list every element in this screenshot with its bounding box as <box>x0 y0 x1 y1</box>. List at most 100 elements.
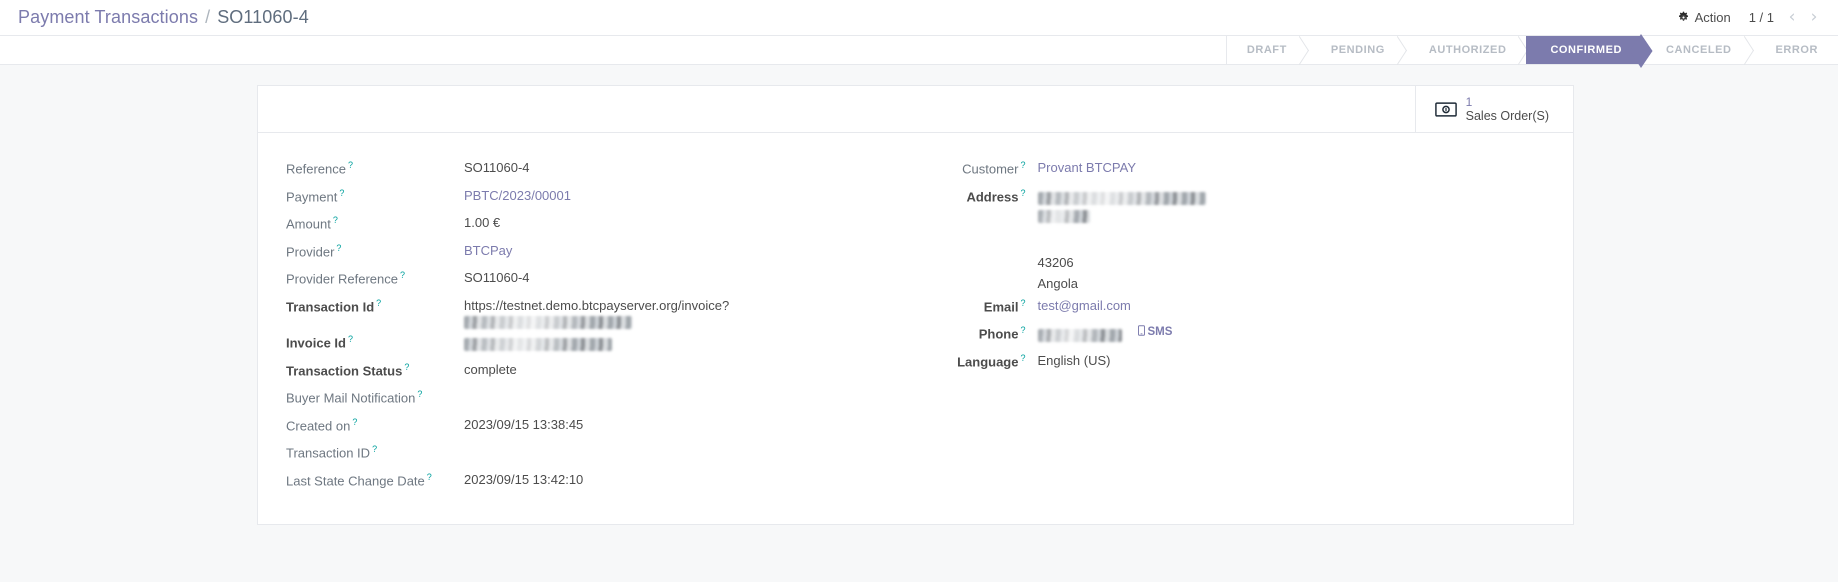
field-transaction-id-label: Transaction ID? <box>286 439 464 462</box>
action-menu-button[interactable]: Action <box>1677 10 1731 25</box>
field-email: Email? test@gmail.com <box>926 293 1556 321</box>
sales-orders-stat-button[interactable]: 1 Sales Order(S) <box>1414 86 1573 132</box>
pager-value: 1 / 1 <box>1748 10 1774 25</box>
field-address-value[interactable]: 43206 Angola <box>1037 183 1206 293</box>
field-last-state-change-date-label-text: Last State Change Date <box>286 472 425 488</box>
help-tooltip-icon[interactable]: ? <box>336 243 341 253</box>
sales-orders-count: 1 <box>1465 94 1473 109</box>
statusbar: DRAFT PENDING AUTHORIZED CONFIRMED CANCE… <box>1225 36 1838 64</box>
address-spacer <box>1038 223 1206 250</box>
field-phone-label: Phone? <box>926 320 1038 343</box>
button-box: 1 Sales Order(S) <box>258 86 1573 133</box>
field-last-state-change-date-label: Last State Change Date? <box>286 467 464 490</box>
breadcrumb-root-link[interactable]: Payment Transactions <box>18 7 198 28</box>
breadcrumb-current-record: SO11060-4 <box>217 7 309 27</box>
field-provider-reference: Provider Reference? SO11060-4 <box>286 265 898 293</box>
help-tooltip-icon[interactable]: ? <box>1020 325 1025 335</box>
help-tooltip-icon[interactable]: ? <box>400 270 405 280</box>
help-tooltip-icon[interactable]: ? <box>427 472 432 482</box>
status-canceled-label: CANCELED <box>1666 44 1732 56</box>
redacted-text-transaction-id <box>464 316 632 330</box>
send-sms-button[interactable]: SMS <box>1137 325 1172 342</box>
help-tooltip-icon[interactable]: ? <box>339 188 344 198</box>
control-panel: Payment Transactions / SO11060-4 Action … <box>0 0 1838 36</box>
field-buyer-mail-notification: Buyer Mail Notification? <box>286 384 898 412</box>
field-payment-label: Payment? <box>286 183 464 206</box>
field-customer-label: Customer? <box>926 155 1038 178</box>
help-tooltip-icon[interactable]: ? <box>376 298 381 308</box>
field-transaction-status-label: Transaction Status? <box>286 357 464 380</box>
help-tooltip-icon[interactable]: ? <box>1020 298 1025 308</box>
form-groups: Reference? SO11060-4 Payment? PBTC/2023/… <box>258 133 1573 520</box>
field-phone-value[interactable]: SMS <box>1037 320 1172 343</box>
field-last-state-change-date-value[interactable]: 2023/09/15 13:42:10 <box>464 467 583 489</box>
field-email-value[interactable]: test@gmail.com <box>1038 293 1131 315</box>
field-language-value[interactable]: English (US) <box>1038 348 1111 370</box>
breadcrumb: Payment Transactions / SO11060-4 <box>18 7 309 28</box>
form-sheet: 1 Sales Order(S) Reference? SO11060-4 Pa… <box>257 85 1574 525</box>
field-amount-label: Amount? <box>286 210 464 233</box>
field-transaction-status-value[interactable]: complete <box>464 357 517 379</box>
field-customer-value[interactable]: Provant BTCPAY <box>1038 155 1137 177</box>
field-transaction-id-url-value[interactable]: https://testnet.demo.btcpayserver.org/in… <box>464 293 729 330</box>
form-view-content: 1 Sales Order(S) Reference? SO11060-4 Pa… <box>0 65 1838 582</box>
field-provider-value[interactable]: BTCPay <box>464 238 512 260</box>
field-payment-label-text: Payment <box>286 188 338 204</box>
field-last-state-change-date: Last State Change Date? 2023/09/15 13:42… <box>286 467 898 495</box>
action-menu-label: Action <box>1694 10 1731 25</box>
status-confirmed-label: CONFIRMED <box>1550 44 1622 56</box>
field-language-label: Language? <box>926 348 1038 371</box>
field-payment-value[interactable]: PBTC/2023/00001 <box>464 183 571 205</box>
statusbar-row: DRAFT PENDING AUTHORIZED CONFIRMED CANCE… <box>0 36 1838 65</box>
form-group-left: Reference? SO11060-4 Payment? PBTC/2023/… <box>258 155 916 494</box>
field-provider-reference-value[interactable]: SO11060-4 <box>464 265 530 287</box>
status-confirmed[interactable]: CONFIRMED <box>1526 36 1642 64</box>
help-tooltip-icon[interactable]: ? <box>1020 188 1025 198</box>
status-draft[interactable]: DRAFT <box>1226 36 1307 64</box>
help-tooltip-icon[interactable]: ? <box>348 160 353 170</box>
status-error[interactable]: ERROR <box>1751 36 1838 64</box>
field-reference-value[interactable]: SO11060-4 <box>464 155 530 177</box>
help-tooltip-icon[interactable]: ? <box>348 334 353 344</box>
field-transaction-id: Transaction ID? <box>286 439 898 467</box>
help-tooltip-icon[interactable]: ? <box>417 389 422 399</box>
field-provider: Provider? BTCPay <box>286 238 898 266</box>
mobile-phone-icon <box>1137 325 1145 342</box>
chevron-left-icon[interactable]: ‹ <box>1782 7 1802 29</box>
status-authorized[interactable]: AUTHORIZED <box>1404 36 1527 64</box>
field-created-on-value[interactable]: 2023/09/15 13:38:45 <box>464 412 583 434</box>
field-transaction-status-label-text: Transaction Status <box>286 362 403 378</box>
field-provider-reference-label-text: Provider Reference <box>286 271 398 287</box>
field-customer: Customer? Provant BTCPAY <box>926 155 1556 183</box>
field-customer-label-text: Customer <box>962 161 1019 177</box>
field-transaction-id-url-label-text: Transaction Id <box>286 298 375 314</box>
chevron-right-icon[interactable]: › <box>1804 7 1824 29</box>
field-amount-label-text: Amount <box>286 216 331 232</box>
phone-row-inner: SMS <box>1037 324 1172 343</box>
field-address-country: Angola <box>1037 276 1078 292</box>
help-tooltip-icon[interactable]: ? <box>352 417 357 427</box>
help-tooltip-icon[interactable]: ? <box>1020 353 1025 363</box>
field-transaction-id-url-label: Transaction Id? <box>286 293 464 316</box>
field-provider-reference-label: Provider Reference? <box>286 265 464 288</box>
form-group-right: Customer? Provant BTCPAY Address? 43206 … <box>916 155 1574 494</box>
status-pending[interactable]: PENDING <box>1306 36 1405 64</box>
field-email-label-text: Email <box>983 298 1019 314</box>
field-language-label-text: Language <box>957 353 1019 369</box>
status-canceled[interactable]: CANCELED <box>1642 36 1752 64</box>
field-address-zip: 43206 <box>1037 254 1074 270</box>
help-tooltip-icon[interactable]: ? <box>1020 160 1025 170</box>
redacted-text-address-city <box>1037 209 1090 223</box>
status-draft-label: DRAFT <box>1246 44 1287 56</box>
redacted-text-address-street <box>1037 191 1206 205</box>
help-tooltip-icon[interactable]: ? <box>404 362 409 372</box>
field-address-label-text: Address <box>966 188 1019 204</box>
field-invoice-id-value[interactable] <box>464 329 612 352</box>
help-tooltip-icon[interactable]: ? <box>372 444 377 454</box>
field-provider-label-text: Provider <box>286 243 335 259</box>
help-tooltip-icon[interactable]: ? <box>333 215 338 225</box>
field-amount-value[interactable]: 1.00 € <box>464 210 500 232</box>
field-invoice-id-label: Invoice Id? <box>286 329 464 352</box>
breadcrumb-separator: / <box>205 7 211 27</box>
field-reference: Reference? SO11060-4 <box>286 155 898 183</box>
